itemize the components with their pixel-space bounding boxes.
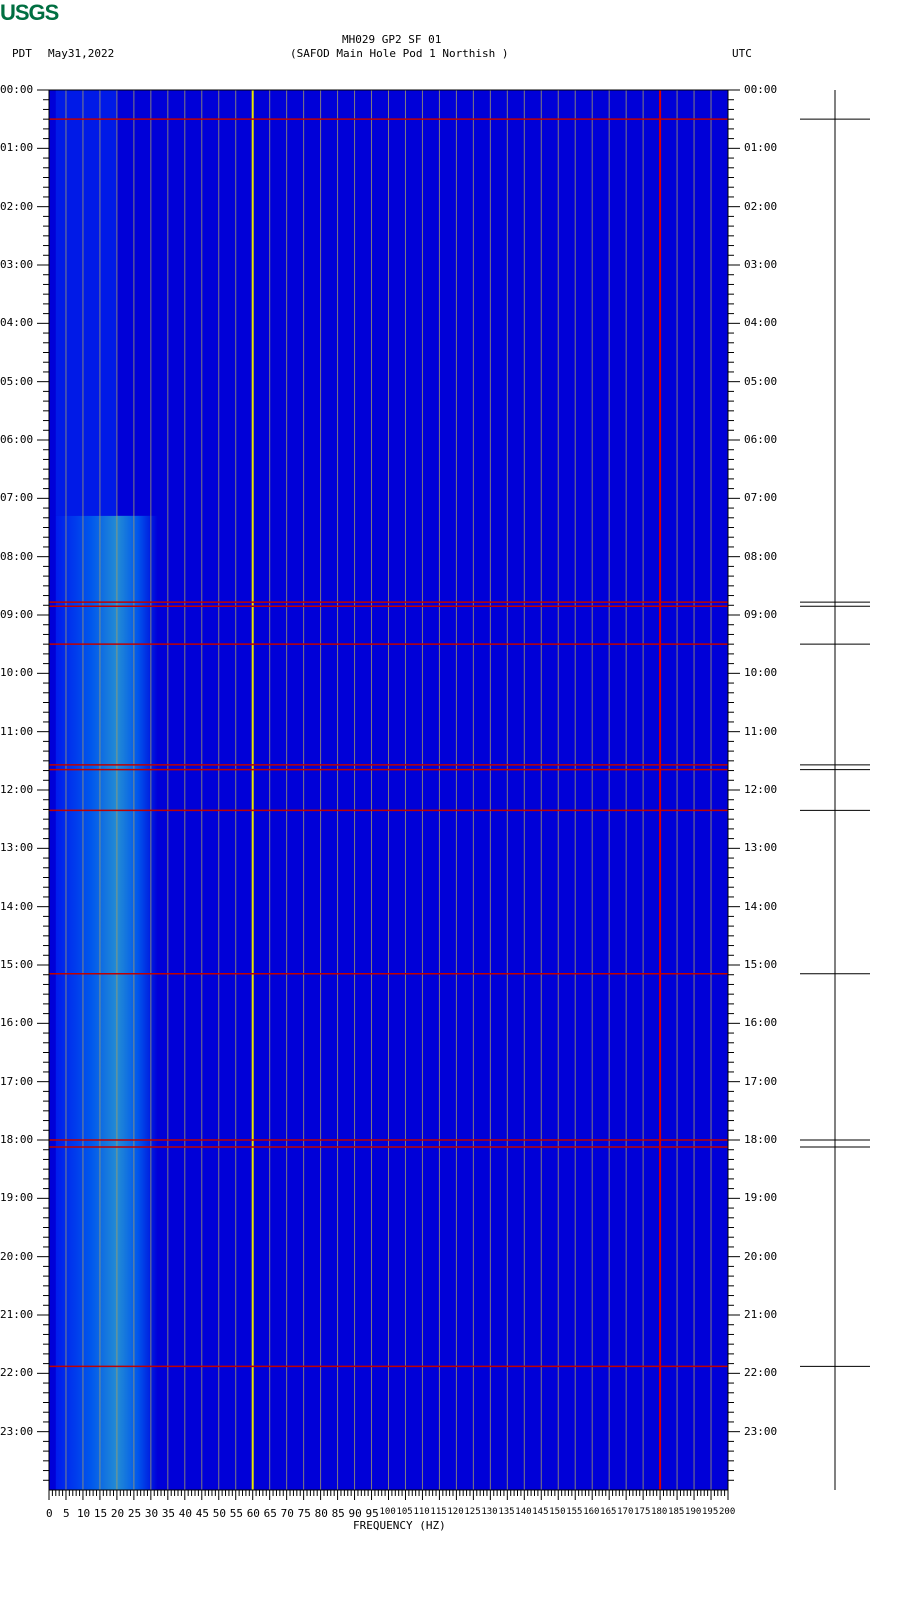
right-time-label: 15:00 [744,958,778,971]
x-tick-label: 195 [702,1507,719,1517]
right-time-label: 05:00 [744,374,778,388]
x-tick-label: 200 [719,1507,736,1517]
x-tick-label: 145 [532,1507,549,1517]
x-tick-label: 35 [161,1507,176,1520]
x-tick-label: 115 [430,1507,447,1517]
x-tick-label: 60 [246,1507,260,1520]
right-time-label: 16:00 [744,1016,778,1030]
x-tick-label: 150 [549,1507,566,1517]
left-time-label: 12:00 [0,783,34,796]
x-tick-label: 140 [515,1507,532,1517]
left-time-label: 10:00 [0,666,34,680]
right-time-label: 21:00 [744,1308,778,1321]
x-tick-label: 125 [464,1507,481,1517]
low-freq-noise [55,90,117,516]
left-time-label: 04:00 [0,316,34,330]
x-tick-label: 110 [413,1507,430,1517]
x-tick-label: 170 [617,1507,634,1517]
left-time-label: 01:00 [0,141,34,155]
x-tick-label: 85 [331,1507,345,1520]
left-time-label: 22:00 [0,1366,34,1380]
x-tick-label: 190 [685,1507,702,1517]
x-tick-label: 30 [144,1507,159,1520]
left-time-label: 20:00 [0,1249,34,1263]
x-tick-label: 25 [127,1507,142,1520]
noise-band [55,515,158,1490]
left-time-label: 03:00 [0,258,34,271]
x-tick-label: 100 [379,1507,396,1517]
right-time-label: 20:00 [744,1249,778,1263]
right-time-label: 02:00 [744,199,778,213]
right-time-label: 03:00 [744,258,778,271]
left-time-label: 09:00 [0,608,34,621]
right-time-label: 18:00 [744,1133,778,1146]
right-time-label: 11:00 [744,724,778,738]
x-tick-label: 45 [195,1507,210,1520]
x-tick-label: 65 [263,1507,277,1520]
x-tick-label: 155 [566,1507,583,1517]
x-tick-label: 55 [229,1507,243,1520]
left-time-label: 02:00 [0,199,34,213]
x-tick-label: 75 [297,1507,311,1520]
left-time-label: 21:00 [0,1308,34,1321]
x-tick-label: 40 [178,1507,193,1520]
left-time-label: 13:00 [0,841,34,855]
x-tick-label: 175 [634,1507,651,1517]
x-tick-label: 130 [481,1507,498,1517]
right-time-label: 19:00 [744,1191,778,1205]
right-time-label: 06:00 [744,433,778,446]
left-time-label: 00:00 [0,83,34,96]
left-time-label: 07:00 [0,491,34,505]
left-time-label: 23:00 [0,1424,34,1438]
right-time-label: 10:00 [744,666,778,680]
left-time-label: 14:00 [0,899,34,913]
right-time-label: 04:00 [744,316,778,330]
right-time-label: 13:00 [744,841,778,855]
x-tick-label: 80 [314,1507,328,1520]
x-tick-label: 160 [583,1507,600,1517]
x-tick-label: 50 [212,1507,226,1520]
left-time-label: 11:00 [0,724,34,738]
left-time-label: 06:00 [0,433,34,446]
x-tick-label: 90 [348,1507,362,1520]
x-tick-label: 20 [110,1507,125,1520]
x-tick-label: 120 [447,1507,464,1517]
x-tick-label: 185 [668,1507,685,1517]
right-time-label: 09:00 [744,608,778,621]
x-tick-label: 70 [280,1507,294,1520]
right-time-label: 08:00 [744,549,778,563]
left-time-label: 16:00 [0,1016,34,1030]
left-time-label: 08:00 [0,549,34,563]
right-time-label: 07:00 [744,491,778,505]
left-time-label: 18:00 [0,1133,34,1146]
right-time-label: 00:00 [744,83,778,96]
x-tick-label: 165 [600,1507,617,1517]
x-tick-label: 15 [93,1507,108,1520]
left-time-label: 19:00 [0,1191,34,1205]
left-time-label: 05:00 [0,374,34,388]
x-tick-label: 135 [498,1507,515,1517]
x-tick-label: 5 [62,1507,70,1520]
left-time-label: 15:00 [0,958,34,971]
right-time-label: 14:00 [744,899,778,913]
x-tick-label: 105 [396,1507,413,1517]
x-tick-label: 0 [46,1507,53,1520]
right-time-label: 23:00 [744,1424,778,1438]
right-time-label: 22:00 [744,1366,778,1380]
left-time-label: 17:00 [0,1074,34,1088]
right-time-label: 17:00 [744,1074,778,1088]
right-time-label: 01:00 [744,141,778,155]
x-tick-label: 10 [76,1507,91,1520]
x-tick-label: 180 [651,1507,668,1517]
x-tick-label: 95 [365,1507,379,1520]
right-time-label: 12:00 [744,783,778,796]
